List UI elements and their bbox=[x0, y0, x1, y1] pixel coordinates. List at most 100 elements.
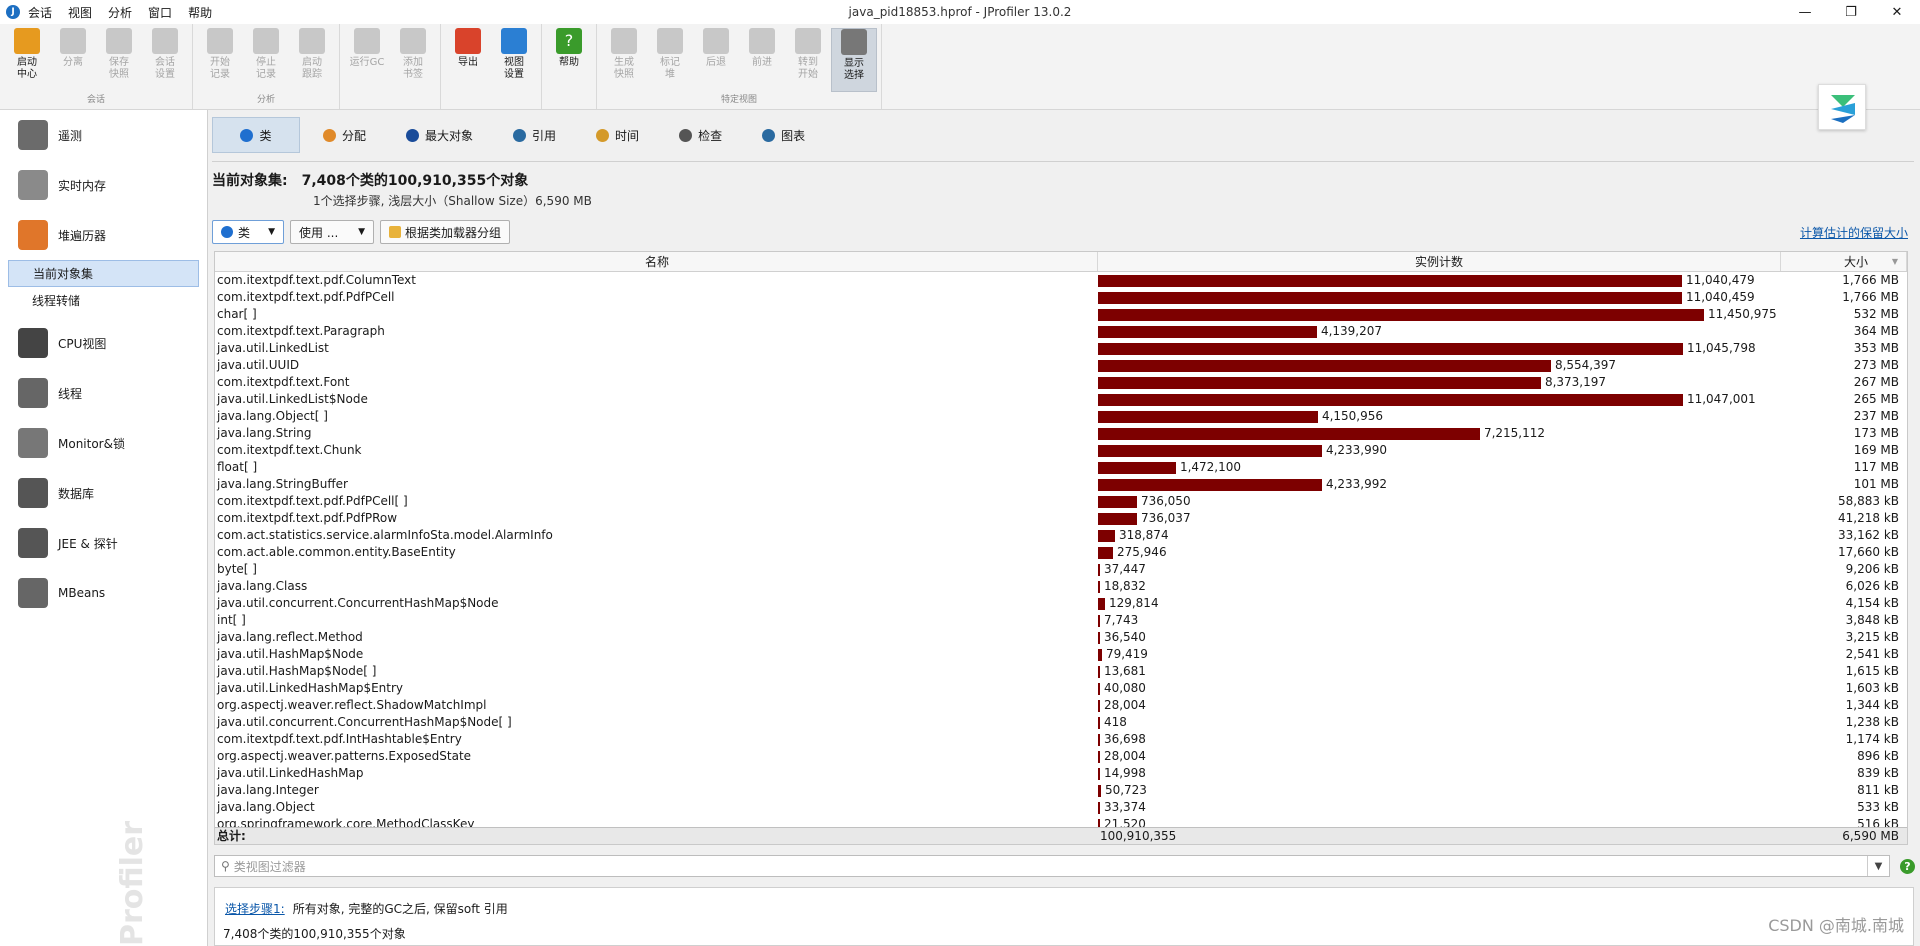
table-row[interactable]: java.util.HashMap$Node 79,419 2,541 kB bbox=[215, 646, 1907, 663]
minimize-icon[interactable]: — bbox=[1782, 0, 1828, 24]
instance-count-bar bbox=[1097, 393, 1683, 406]
instance-count-value: 8,373,197 bbox=[1544, 375, 1607, 389]
sidebar-item[interactable]: 实时内存 bbox=[0, 160, 207, 210]
sidebar-item[interactable]: CPU视图 bbox=[0, 318, 207, 368]
menu-view[interactable]: 视图 bbox=[68, 4, 92, 21]
table-row[interactable]: java.util.LinkedHashMap 14,998 839 kB bbox=[215, 765, 1907, 782]
column-size[interactable]: 大小 ▼ bbox=[1781, 252, 1907, 271]
table-row[interactable]: com.act.statistics.service.alarmInfoSta.… bbox=[215, 527, 1907, 544]
tab[interactable]: 类 bbox=[212, 117, 300, 153]
table-row[interactable]: com.itextpdf.text.pdf.PdfPCell[ ] 736,050… bbox=[215, 493, 1907, 510]
help-icon[interactable]: ? bbox=[1900, 859, 1915, 874]
sidebar-subitem[interactable]: 当前对象集 bbox=[8, 260, 199, 287]
back-button[interactable]: 后退 bbox=[693, 28, 739, 92]
tab[interactable]: 最大对象 bbox=[389, 117, 490, 153]
table-row[interactable]: java.lang.Integer 50,723 811 kB bbox=[215, 782, 1907, 799]
group-by-classloader-button[interactable]: 根据类加载器分组 bbox=[380, 220, 511, 244]
table-row[interactable]: com.itextpdf.text.Paragraph 4,139,207 364 … bbox=[215, 323, 1907, 340]
tab[interactable]: 分配 bbox=[306, 117, 383, 153]
instance-count-value: 28,004 bbox=[1103, 698, 1146, 712]
table-row[interactable]: com.itextpdf.text.pdf.IntHashtable$Entry… bbox=[215, 731, 1907, 748]
size-value: 1,615 kB bbox=[1845, 664, 1899, 678]
jprofiler-app-icon[interactable]: J bbox=[6, 5, 20, 19]
sidebar-item[interactable]: 堆遍历器 bbox=[0, 210, 207, 260]
tab[interactable]: 引用 bbox=[496, 117, 573, 153]
sidebar-item[interactable]: 数据库 bbox=[0, 468, 207, 518]
table-row[interactable]: java.util.LinkedHashMap$Entry 40,080 1,603… bbox=[215, 680, 1907, 697]
save-button[interactable]: 保存 快照 bbox=[96, 28, 142, 92]
clock-button[interactable]: 显示 选择 bbox=[831, 28, 877, 92]
class-view-filter[interactable]: ⚲ 类视图过滤器 ▼ bbox=[214, 855, 1890, 877]
column-name[interactable]: 名称 bbox=[215, 252, 1098, 271]
selection-step-link[interactable]: 选择步骤1: bbox=[225, 902, 285, 916]
view-settings-button[interactable]: 视图 设置 bbox=[491, 28, 537, 92]
forward-button[interactable]: 前进 bbox=[739, 28, 785, 92]
instance-count-bar bbox=[1097, 274, 1682, 287]
table-row[interactable]: org.aspectj.weaver.reflect.ShadowMatchIm… bbox=[215, 697, 1907, 714]
tab[interactable]: 图表 bbox=[745, 117, 822, 153]
menu-window[interactable]: 窗口 bbox=[148, 4, 172, 21]
tab[interactable]: 检查 bbox=[662, 117, 739, 153]
size-value: 533 kB bbox=[1857, 800, 1899, 814]
filter-options-dropdown[interactable]: ▼ bbox=[1867, 856, 1889, 876]
table-row[interactable]: float[ ] 1,472,100 117 MB bbox=[215, 459, 1907, 476]
table-row[interactable]: java.lang.String 7,215,112 173 MB bbox=[215, 425, 1907, 442]
table-row[interactable]: com.itextpdf.text.pdf.PdfPCell 11,040,459… bbox=[215, 289, 1907, 306]
sidebar-item[interactable]: 线程 bbox=[0, 368, 207, 418]
search-icon: ⚲ bbox=[221, 859, 230, 873]
sidebar-item[interactable]: JEE & 探针 bbox=[0, 518, 207, 568]
table-row[interactable]: java.lang.Class 18,832 6,026 kB bbox=[215, 578, 1907, 595]
size-value: 169 MB bbox=[1853, 443, 1899, 457]
sidebar-subitem[interactable]: 线程转储 bbox=[8, 287, 199, 314]
class-name: org.aspectj.weaver.patterns.ExposedState bbox=[217, 749, 472, 763]
table-row[interactable]: byte[ ] 37,447 9,206 kB bbox=[215, 561, 1907, 578]
settings-button[interactable]: 会话 设置 bbox=[142, 28, 188, 92]
stop-button[interactable]: 停止 记录 bbox=[243, 28, 289, 92]
size-value: 58,883 kB bbox=[1838, 494, 1899, 508]
table-row[interactable]: com.act.able.common.entity.BaseEntity 275… bbox=[215, 544, 1907, 561]
table-row[interactable]: java.util.LinkedList 11,045,798 353 MB bbox=[215, 340, 1907, 357]
sidebar-item[interactable]: MBeans bbox=[0, 568, 207, 618]
table-row[interactable]: org.aspectj.weaver.patterns.ExposedState… bbox=[215, 748, 1907, 765]
home-button[interactable]: 转到 开始 bbox=[785, 28, 831, 92]
table-row[interactable]: com.itextpdf.text.pdf.ColumnText 11,040,4… bbox=[215, 272, 1907, 289]
table-row[interactable]: java.util.LinkedList$Node 11,047,001 265 M… bbox=[215, 391, 1907, 408]
class-name: java.lang.StringBuffer bbox=[217, 477, 348, 491]
calc-retained-size-link[interactable]: 计算估计的保留大小 bbox=[1800, 224, 1908, 241]
pin-button[interactable]: 标记 堆 bbox=[647, 28, 693, 92]
table-row[interactable]: com.itextpdf.text.Font 8,373,197 267 MB bbox=[215, 374, 1907, 391]
table-row[interactable]: char[ ] 11,450,975 532 MB bbox=[215, 306, 1907, 323]
gc-button[interactable]: 运行GC bbox=[344, 28, 390, 92]
table-row[interactable]: java.util.concurrent.ConcurrentHashMap$N… bbox=[215, 595, 1907, 612]
table-row[interactable]: java.lang.StringBuffer 4,233,992 101 MB bbox=[215, 476, 1907, 493]
table-row[interactable]: com.itextpdf.text.pdf.PdfPRow 736,037 41,2… bbox=[215, 510, 1907, 527]
close-icon[interactable]: ✕ bbox=[1874, 0, 1920, 24]
class-dropdown[interactable]: 类 ▼ bbox=[212, 220, 284, 244]
column-instance-count[interactable]: 实例计数 bbox=[1098, 252, 1782, 271]
trace-button[interactable]: 启动 跟踪 bbox=[289, 28, 335, 92]
menu-session[interactable]: 会话 bbox=[28, 4, 52, 21]
help-button[interactable]: ? 帮助 bbox=[546, 28, 592, 92]
table-row[interactable]: java.lang.Object[ ] 4,150,956 237 MB bbox=[215, 408, 1907, 425]
use-dropdown[interactable]: 使用 ... ▼ bbox=[290, 220, 374, 244]
export-button[interactable]: 导出 bbox=[445, 28, 491, 92]
table-row[interactable]: com.itextpdf.text.Chunk 4,233,990 169 MB bbox=[215, 442, 1907, 459]
menu-help[interactable]: 帮助 bbox=[188, 4, 212, 21]
record-button[interactable]: 开始 记录 bbox=[197, 28, 243, 92]
maximize-icon[interactable]: ❐ bbox=[1828, 0, 1874, 24]
table-row[interactable]: java.lang.reflect.Method 36,540 3,215 kB bbox=[215, 629, 1907, 646]
camera-button[interactable]: 生成 快照 bbox=[601, 28, 647, 92]
bookmark-button[interactable]: 添加 书签 bbox=[390, 28, 436, 92]
table-row[interactable]: java.lang.Object 33,374 533 kB bbox=[215, 799, 1907, 816]
table-row[interactable]: java.util.HashMap$Node[ ] 13,681 1,615 kB bbox=[215, 663, 1907, 680]
rocket-button[interactable]: 启动 中心 bbox=[4, 28, 50, 92]
sidebar-item[interactable]: 遥测 bbox=[0, 110, 207, 160]
table-row[interactable]: java.util.concurrent.ConcurrentHashMap$N… bbox=[215, 714, 1907, 731]
detach-button[interactable]: 分离 bbox=[50, 28, 96, 92]
menu-analyze[interactable]: 分析 bbox=[108, 4, 132, 21]
class-name: java.lang.Object bbox=[217, 800, 315, 814]
tab[interactable]: 时间 bbox=[579, 117, 656, 153]
table-row[interactable]: java.util.UUID 8,554,397 273 MB bbox=[215, 357, 1907, 374]
sidebar-item[interactable]: Monitor&锁 bbox=[0, 418, 207, 468]
table-row[interactable]: int[ ] 7,743 3,848 kB bbox=[215, 612, 1907, 629]
